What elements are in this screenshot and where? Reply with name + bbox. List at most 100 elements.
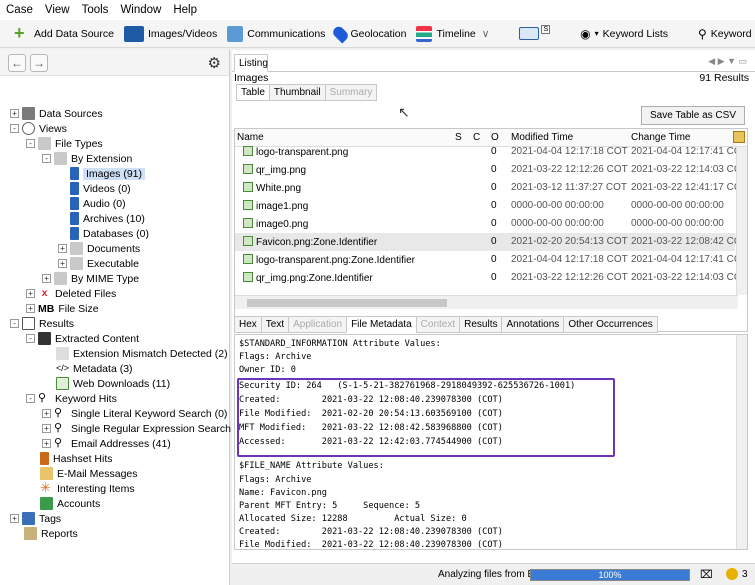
collapse-icon[interactable]: -: [26, 334, 35, 343]
table-vertical-scrollbar[interactable]: [736, 147, 747, 295]
table-row[interactable]: logo-transparent.png 0 2021-04-04 12:17:18…: [235, 143, 747, 161]
tree-item-metadata[interactable]: </> Metadata (3): [56, 361, 133, 376]
tree-item-keyword-hits[interactable]: - ⚲ Keyword Hits: [26, 391, 117, 406]
tree-item-single-regex[interactable]: + ⚲ Single Regular Expression Search (0): [42, 421, 247, 436]
tab-results[interactable]: Results: [459, 316, 503, 333]
tree-item-images[interactable]: Images (91): [70, 166, 146, 181]
collapse-icon[interactable]: -: [10, 124, 19, 133]
geolocation-button[interactable]: Geolocation: [331, 23, 406, 44]
tree-item-by-mime[interactable]: + By MIME Type: [42, 271, 139, 286]
table-row-selected[interactable]: Favicon.png:Zone.Identifier 0 2021-02-20 2…: [235, 233, 747, 251]
back-arrow-icon[interactable]: ←: [8, 53, 26, 72]
tree-item-web-downloads[interactable]: Web Downloads (11): [56, 376, 170, 391]
table-row[interactable]: qr_img.png:Zone.Identifier 0 2021-03-22 12…: [235, 269, 747, 287]
expand-icon[interactable]: +: [10, 514, 19, 523]
column-chooser-icon[interactable]: [733, 131, 745, 143]
tree-item-email-messages[interactable]: E-Mail Messages: [40, 466, 138, 481]
table-row[interactable]: image0.png 0 0000-00-00 00:00:00 0000-00-00…: [235, 215, 735, 233]
tree-item-ext-mismatch[interactable]: Extension Mismatch Detected (2): [56, 346, 228, 361]
collapse-icon[interactable]: -: [42, 154, 51, 163]
timeline-button[interactable]: Timeline ∨: [416, 25, 490, 42]
images-videos-button[interactable]: Images/Videos: [123, 25, 217, 42]
tab-annotations[interactable]: Annotations: [501, 316, 565, 333]
col-o[interactable]: O: [491, 132, 499, 143]
tab-text[interactable]: Text: [260, 316, 290, 333]
tree-item-executable[interactable]: + Executable: [58, 256, 139, 271]
expand-icon[interactable]: +: [42, 424, 51, 433]
table-horizontal-scrollbar[interactable]: [235, 295, 738, 309]
col-change-time[interactable]: Change Time: [631, 132, 690, 143]
tree-item-audio[interactable]: Audio (0): [70, 196, 126, 211]
metadata-line: Owner ID: 0: [239, 365, 296, 375]
tree-item-extracted-content[interactable]: - Extracted Content: [26, 331, 139, 346]
tree-item-videos[interactable]: Videos (0): [70, 181, 131, 196]
tree-item-tags[interactable]: + Tags: [10, 511, 61, 526]
add-data-source-button[interactable]: + Add Data Source: [14, 24, 114, 42]
col-name[interactable]: Name: [237, 132, 264, 143]
keyword-lists-button[interactable]: ◉ ▾ Keyword Lists: [580, 27, 668, 41]
expand-icon[interactable]: +: [26, 289, 35, 298]
eye-icon: ◉: [580, 26, 591, 41]
tree-item-interesting-items[interactable]: ✳ Interesting Items: [40, 481, 135, 496]
tree-item-hashset-hits[interactable]: Hashset Hits: [40, 451, 113, 466]
tree-item-results[interactable]: - Results: [10, 316, 74, 331]
expand-icon[interactable]: +: [58, 244, 67, 253]
tab-other-occurrences[interactable]: Other Occurrences: [563, 316, 658, 333]
keyword-search-button[interactable]: ⚲ Keyword Search: [698, 27, 755, 41]
tree-item-data-sources[interactable]: + Data Sources: [10, 106, 103, 121]
tree-item-single-literal[interactable]: + ⚲ Single Literal Keyword Search (0): [42, 406, 227, 421]
tree-item-databases[interactable]: Databases (0): [70, 226, 149, 241]
table-row[interactable]: image1.png 0 0000-00-00 00:00:00 0000-00-00…: [235, 197, 735, 215]
tree-item-views[interactable]: - Views: [10, 121, 67, 136]
collapse-icon[interactable]: -: [10, 319, 19, 328]
tab-thumbnail[interactable]: Thumbnail: [268, 84, 326, 101]
collapse-icon[interactable]: -: [26, 139, 35, 148]
metadata-vertical-scrollbar[interactable]: [736, 335, 747, 549]
tab-application[interactable]: Application: [288, 316, 348, 333]
table-row[interactable]: qr_img.png 0 2021-03-22 12:12:26 COT 2021-0…: [235, 161, 747, 179]
tree-item-documents[interactable]: + Documents: [58, 241, 140, 256]
notification-icon[interactable]: [726, 568, 738, 580]
col-c[interactable]: C: [473, 132, 480, 143]
tree-item-file-types[interactable]: - File Types: [26, 136, 103, 151]
tab-context[interactable]: Context: [415, 316, 461, 333]
tab-hex[interactable]: Hex: [234, 316, 262, 333]
menu-window[interactable]: Window: [120, 4, 161, 16]
messages-button[interactable]: S: [519, 25, 551, 40]
expand-icon[interactable]: +: [42, 409, 51, 418]
menu-case[interactable]: Case: [6, 4, 33, 16]
table-row[interactable]: White.png 0 2021-03-12 11:37:27 COT 2021-03…: [235, 179, 747, 197]
tab-file-metadata[interactable]: File Metadata: [346, 316, 417, 333]
tree-item-by-extension[interactable]: - By Extension: [42, 151, 132, 166]
expand-icon[interactable]: +: [42, 274, 51, 283]
metadata-line: Allocated Size: 12288 Actual Size: 0: [239, 514, 467, 524]
expand-icon[interactable]: +: [42, 439, 51, 448]
communications-button[interactable]: Communications: [227, 25, 325, 42]
collapse-icon[interactable]: -: [26, 394, 35, 403]
tab-summary[interactable]: Summary: [324, 84, 378, 101]
gear-icon[interactable]: ⚙: [208, 54, 221, 72]
tab-controls[interactable]: ◀ ▶ ▼ ▭: [708, 56, 747, 67]
forward-arrow-icon[interactable]: →: [30, 53, 48, 72]
tab-table[interactable]: Table: [236, 84, 270, 101]
table-row[interactable]: logo-transparent.png:Zone.Identifier 0 202…: [235, 251, 747, 269]
menu-tools[interactable]: Tools: [82, 4, 109, 16]
chevron-down-icon[interactable]: ∨: [482, 28, 490, 40]
col-modified-time[interactable]: Modified Time: [511, 132, 573, 143]
tree-item-file-size[interactable]: + MB File Size: [26, 301, 99, 316]
expand-icon[interactable]: +: [26, 304, 35, 313]
tree-item-archives[interactable]: Archives (10): [70, 211, 145, 226]
tree-item-email-addresses[interactable]: + ⚲ Email Addresses (41): [42, 436, 171, 451]
tree-item-deleted-files[interactable]: + x Deleted Files: [26, 286, 116, 301]
save-table-csv-button[interactable]: Save Table as CSV: [641, 106, 745, 125]
expand-icon[interactable]: +: [58, 259, 67, 268]
cancel-icon[interactable]: ⌧: [700, 568, 713, 581]
progress-fill: 100%: [531, 570, 689, 580]
col-s[interactable]: S: [455, 132, 462, 143]
menu-help[interactable]: Help: [173, 4, 197, 16]
expand-icon[interactable]: +: [10, 109, 19, 118]
tree-item-accounts[interactable]: Accounts: [40, 496, 100, 511]
tree-item-reports[interactable]: Reports: [24, 526, 78, 541]
tab-listing[interactable]: Listing: [234, 54, 268, 72]
menu-view[interactable]: View: [45, 4, 70, 16]
